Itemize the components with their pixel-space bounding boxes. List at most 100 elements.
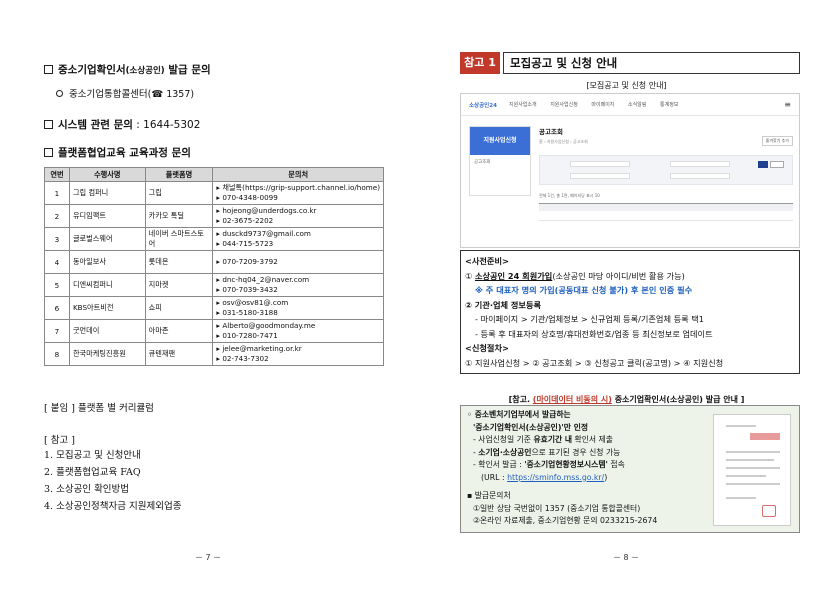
menu-icon: ≡ [784,100,791,109]
table-row: 4 동아일보사 롯데온 ▸ 070-7209-3792 [44,250,384,274]
filter-input [570,161,630,167]
table-row: 2 유디임팩트 카카오 톡딜 ▸ hojeong@underdogs.co.kr ▸ 0… [44,204,384,228]
application-guide-box: <사전준비> ① 소상공인 24 회원가입(소상공인 마당 아이디/비번 활용 … [460,250,800,374]
certificate-caption: [참고. (마이데이터 비동의 시) 중소기업확인서(소상공인) 발급 안내 ] [508,395,745,404]
contact-line: ▸ 070-7209-3792 [216,257,278,266]
cell-platform: 지마켓 [144,273,214,297]
sidebar-item: 공고조회 [474,160,491,165]
section-system-inquiry: 시스템 관련 문의 : 1644-5302 [44,117,200,132]
list-item: 4. 소상공인정책자금 지원제외업종 [44,501,182,512]
list-item: 2. 플랫폼협업교육 FAQ [44,467,141,478]
filter-input [570,173,630,179]
prep-heading: <사전준비> [465,256,509,266]
prep-step-2b: - 등록 후 대표자의 상호명/휴대전화번호/업종 등 최신정보로 업데이트 [475,328,713,339]
attachment-line: [ 붙임 ] 플랫폼 별 커리큘럼 [44,403,154,414]
page-title: 모집공고 및 신청 안내 [503,52,800,74]
cell-company: 글로벌스웨어 [68,227,146,251]
contact-line: ▸ jelee@marketing.or.kr [216,344,302,353]
contact-line: ▸ 02-3675-2202 [216,216,274,225]
cell-platform: 쇼피 [144,296,214,320]
cell-no: 4 [44,250,70,274]
result-count: 전체 1건, 총 1면, 페이지당 표시 10 [539,193,600,198]
reference-list: 1. 모집공고 및 신청안내 2. 플랫폼협업교육 FAQ 3. 소상공인 확인… [44,447,181,515]
cell-company: 한국마케팅진흥원 [68,342,146,366]
callcenter-line: 중소기업통합콜센터(☎ 1357) [56,86,194,100]
checkbox-square-icon [44,148,53,157]
page-number: － 7 － [195,553,222,562]
sminfo-link[interactable]: https://sminfo.mss.go.kr/ [507,473,604,482]
seal-icon [762,505,776,517]
cell-platform: 그립 [144,181,214,205]
section-course-inquiry: 플랫폼협업교육 교육과정 문의 [44,145,191,160]
page-number: － 8 － [613,553,640,562]
table-row: 8 한국마케팅진흥원 큐텐재팬 ▸ jelee@marketing.or.kr ▸ 02… [44,342,384,366]
table-row: 6 KBS아트비전 쇼피 ▸ osv@osv81@.com ▸ 031-5180-318… [44,296,384,320]
table-row: 1 그립 컴퍼니 그립 ▸ 채널톡(https://grip-support.chan… [44,181,384,205]
circle-bullet-icon [56,90,63,97]
cell-platform: 네이버 스마트스토어 [144,227,214,251]
checkbox-square-icon [44,65,53,74]
contact-line: ▸ 02-743-7302 [216,354,269,363]
breadcrumb: 홈 › 지원사업신청 › 공고조회 [539,139,588,144]
contact-line: ▸ 채널톡(https://grip-support.channel.io/ho… [216,183,380,192]
contact-line: ▸ Alberto@goodmonday.me [216,321,316,330]
prep-note: ※ 주 대표자 명의 가입(공동대표 신청 불가) 후 본인 인증 필수 [475,285,693,295]
site-nav: 지원사업소개 지원사업신청 마이페이지 소식알림 통계정보 [509,101,690,108]
cell-no: 8 [44,342,70,366]
col-header-platform: 플랫폼명 [144,167,214,182]
search-button [758,161,768,168]
table-header-row: 연번 수행사명 플랫폼명 문의처 [44,167,384,182]
contact-line: ▸ 010-7280-7471 [216,331,278,340]
nav-item: 마이페이지 [591,102,615,108]
screenshot-caption: [모집공고 및 신청 안내] [586,81,667,90]
cell-platform: 카카오 톡딜 [144,204,214,228]
site-sidebar: 지원사업신청 공고조회 [469,126,531,196]
cell-platform: 아마존 [144,319,214,343]
prep-step-2: ② 기관·업체 정보등록 [465,299,542,310]
contact-line: ▸ 031-5180-3188 [216,308,278,317]
cell-company: 디엔씨컴퍼니 [68,273,146,297]
table-row: 5 디엔씨컴퍼니 지마켓 ▸ dnc-hq04_2@naver.com ▸ 070-70… [44,273,384,297]
result-table-header [539,203,793,211]
favorite-button: 즐겨찾기 추가 [761,136,793,146]
procedure-heading: <신청절차> [465,343,509,353]
certificate-help-box: ◦ 중소벤처기업부에서 발급하는 '중소기업확인서(소상공인)'만 인정 - 사… [460,405,800,533]
cell-contact: ▸ hojeong@underdogs.co.kr ▸ 02-3675-2202 [212,204,384,228]
website-screenshot: 소상공인24 지원사업소개 지원사업신청 마이페이지 소식알림 통계정보 ≡ 지… [460,93,800,248]
filter-input [670,173,730,179]
platform-contact-table: 연번 수행사명 플랫폼명 문의처 1 그립 컴퍼니 그립 ▸ 채널톡(https://… [44,167,384,366]
table-row: 7 굿먼데이 아마존 ▸ Alberto@goodmonday.me ▸ 010-728… [44,319,384,343]
certificate-help-text: ◦ 중소벤처기업부에서 발급하는 '중소기업확인서(소상공인)'만 인정 - 사… [467,410,658,525]
prep-step-1: ① 소상공인 24 회원가입(소상공인 마당 아이디/비번 활용 가능) [465,270,685,281]
site-main-title: 공고조회 [539,128,563,136]
section-certificate-inquiry: 중소기업확인서(소상공인) 발급 문의 [44,62,211,77]
cell-no: 1 [44,181,70,205]
cell-contact: ▸ 070-7209-3792 [212,250,384,274]
cell-company: 그립 컴퍼니 [68,181,146,205]
contact-line: ▸ hojeong@underdogs.co.kr [216,206,317,215]
search-filter-panel [539,155,793,185]
nav-item: 지원사업신청 [550,102,578,108]
reference-tag: 참고 1 [460,52,500,74]
list-item: 3. 소상공인 확인방법 [44,484,130,495]
procedure-steps: ① 지원사업신청 > ② 공고조회 > ③ 신청공고 클릭(공고명) > ④ 지… [465,357,724,368]
contact-line: ▸ dusckd9737@gmail.com [216,229,311,238]
prep-step-2a: - 마이페이지 > 기관/업체정보 > 신규업체 등록/기존업체 등록 택1 [475,314,705,324]
contact-line: ▸ 044-715-5723 [216,239,274,248]
site-logo: 소상공인24 [469,102,497,109]
contact-line: ▸ osv@osv81@.com [216,298,289,307]
certificate-stamp [750,433,780,440]
cell-no: 3 [44,227,70,251]
cell-company: 동아일보사 [68,250,146,274]
col-header-company: 수행사명 [68,167,146,182]
nav-item: 통계정보 [660,102,679,108]
right-page: 참고 1 모집공고 및 신청 안내 [모집공고 및 신청 안내] 소상공인24 … [418,0,835,590]
site-header: 소상공인24 지원사업소개 지원사업신청 마이페이지 소식알림 통계정보 ≡ [461,94,799,116]
cell-no: 2 [44,204,70,228]
certificate-thumbnail [713,414,791,526]
contact-line: ▸ 070-7039-3432 [216,285,278,294]
cell-no: 7 [44,319,70,343]
cell-company: 굿먼데이 [68,319,146,343]
nav-item: 지원사업소개 [509,102,537,108]
filter-input [670,161,730,167]
